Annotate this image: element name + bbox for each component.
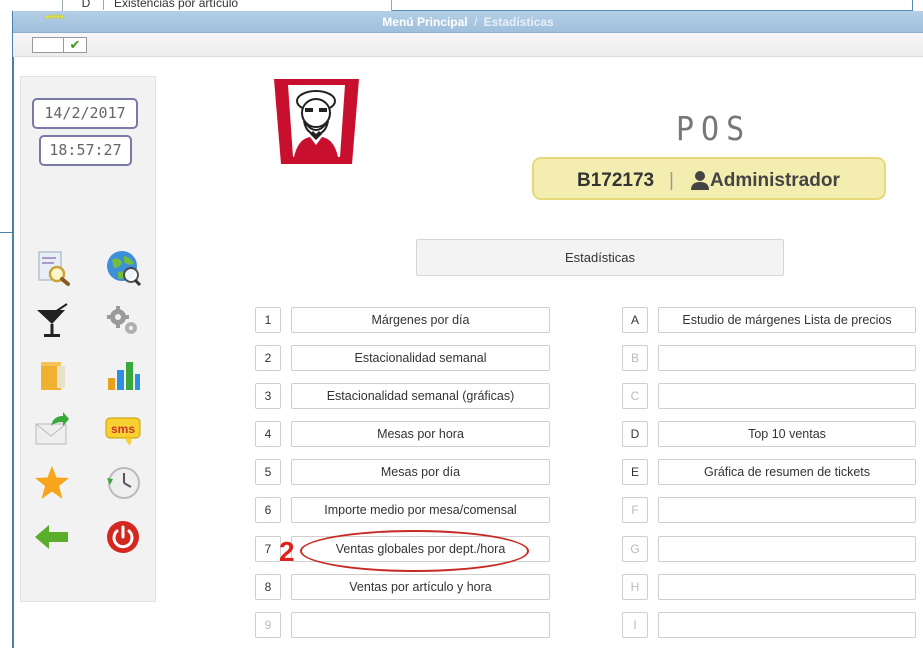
title-separator: / [473, 15, 478, 29]
confirm-check-button[interactable]: ✔ [64, 37, 87, 53]
history-clock-icon[interactable] [104, 464, 142, 502]
toolbar-blank-button[interactable] [32, 37, 64, 53]
option-key-3[interactable]: 3 [255, 383, 281, 409]
option-key-d[interactable]: D [622, 421, 648, 447]
search-document-icon[interactable] [33, 248, 71, 286]
option-key-g[interactable]: G [622, 536, 648, 562]
option-empty-f[interactable] [658, 497, 916, 523]
option-key-1[interactable]: 1 [255, 307, 281, 333]
user-info-bar: B172173 | Administrador [532, 157, 886, 200]
window-left-edge [12, 11, 14, 648]
bar-chart-icon[interactable] [104, 356, 142, 394]
option-weekly-seasonality-charts[interactable]: Estacionalidad semanal (gráficas) [291, 383, 550, 409]
option-empty-h[interactable] [658, 574, 916, 600]
store-code: B172173 [577, 170, 655, 191]
option-key-6[interactable]: 6 [255, 497, 281, 523]
date-display: 14/2/2017 [32, 98, 138, 129]
section-header: Estadísticas [416, 239, 784, 276]
pos-label: POS [676, 110, 752, 149]
sms-label: sms [111, 422, 135, 436]
option-empty-b[interactable] [658, 345, 916, 371]
option-key-i[interactable]: I [622, 612, 648, 638]
option-key-c[interactable]: C [622, 383, 648, 409]
globe-search-icon[interactable] [104, 248, 142, 286]
option-margins-per-day[interactable]: Márgenes por día [291, 307, 550, 333]
user-separator: | [669, 170, 674, 191]
window-title: Menú Principal / Estadísticas [13, 15, 923, 29]
option-key-e[interactable]: E [622, 459, 648, 485]
folder-document-icon[interactable] [33, 356, 71, 394]
back-arrow-icon[interactable] [33, 518, 71, 556]
option-key-5[interactable]: 5 [255, 459, 281, 485]
option-key-h[interactable]: H [622, 574, 648, 600]
option-ticket-summary-chart[interactable]: Gráfica de resumen de tickets [658, 459, 916, 485]
mail-send-icon[interactable] [33, 410, 71, 448]
toolbar: ✔ [13, 33, 923, 57]
option-average-per-table[interactable]: Importe medio por mesa/comensal [291, 497, 550, 523]
option-empty-c[interactable] [658, 383, 916, 409]
time-display: 18:57:27 [39, 135, 132, 166]
gears-icon[interactable] [104, 302, 142, 340]
option-margin-study-price-list[interactable]: Estudio de márgenes Lista de precios [658, 307, 916, 333]
option-key-9[interactable]: 9 [255, 612, 281, 638]
annotation-step-number: 2 [279, 536, 295, 567]
background-table-strip: D Existencias por artículo [0, 0, 923, 11]
app-window: D Existencias por artículo ***** Menú Pr… [0, 0, 923, 648]
option-empty-9[interactable] [291, 612, 550, 638]
sidebar: 14/2/2017 18:57:27 sms [20, 76, 156, 602]
title-bar: ***** Menú Principal / Estadísticas [13, 11, 923, 33]
option-key-a[interactable]: A [622, 307, 648, 333]
option-top-10-sales[interactable]: Top 10 ventas [658, 421, 916, 447]
brand-logo [274, 79, 359, 164]
option-key-7[interactable]: 7 [255, 536, 281, 562]
menu-subtitle: Estadísticas [483, 15, 554, 29]
window-left-connector [0, 232, 12, 233]
option-tables-per-day[interactable]: Mesas por día [291, 459, 550, 485]
user-icon [691, 171, 709, 190]
option-empty-i[interactable] [658, 612, 916, 638]
background-row-code: D [81, 0, 91, 10]
annotation-highlight-ellipse [300, 530, 529, 572]
cocktail-icon[interactable] [33, 302, 71, 340]
option-key-2[interactable]: 2 [255, 345, 281, 371]
option-empty-g[interactable] [658, 536, 916, 562]
user-name[interactable]: Administrador [710, 170, 840, 192]
star-icon[interactable] [33, 464, 71, 502]
option-key-b[interactable]: B [622, 345, 648, 371]
power-icon[interactable] [104, 518, 142, 556]
option-key-8[interactable]: 8 [255, 574, 281, 600]
option-key-4[interactable]: 4 [255, 421, 281, 447]
background-table-row: D Existencias por artículo [62, 0, 392, 11]
option-sales-by-item-hour[interactable]: Ventas por artículo y hora [291, 574, 550, 600]
background-edge [912, 0, 913, 11]
option-tables-per-hour[interactable]: Mesas por hora [291, 421, 550, 447]
sms-icon[interactable]: sms [104, 410, 142, 448]
background-row-label: Existencias por artículo [103, 0, 238, 10]
option-key-f[interactable]: F [622, 497, 648, 523]
menu-title[interactable]: Menú Principal [382, 15, 467, 29]
option-weekly-seasonality[interactable]: Estacionalidad semanal [291, 345, 550, 371]
